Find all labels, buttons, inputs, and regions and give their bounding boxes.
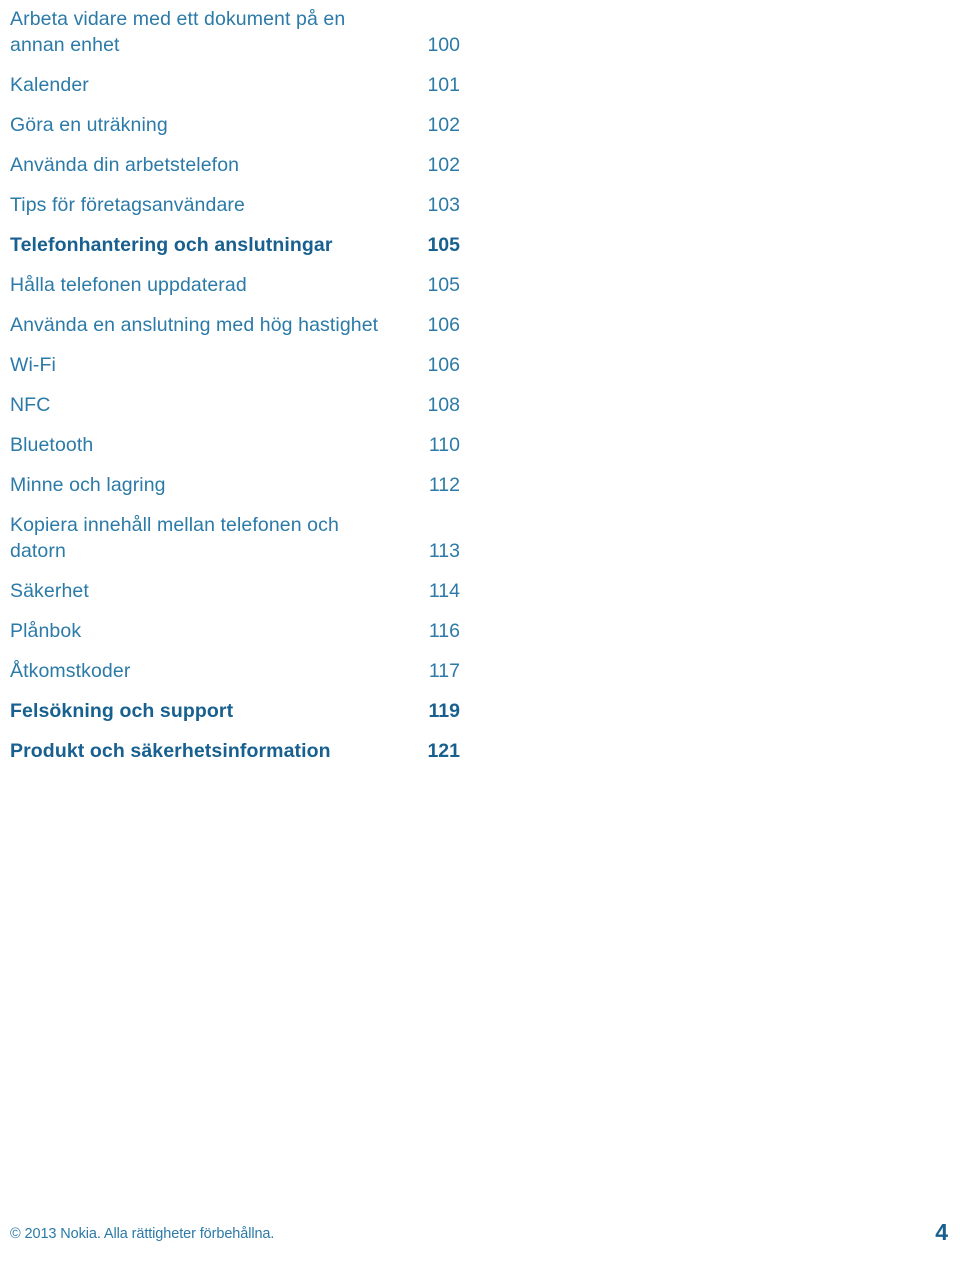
toc-entry-title: Plånbok (10, 620, 82, 642)
toc-entry[interactable]: Arbeta vidare med ett dokument på en ann… (0, 6, 470, 58)
toc-entry-page-number: 105 (427, 274, 460, 296)
toc-entry-page-number: 113 (428, 540, 460, 562)
toc-entry-page-number: 106 (427, 314, 460, 336)
toc-entry-title: Tips för företagsanvändare (10, 194, 245, 216)
toc-entry-page-number: 116 (428, 620, 460, 642)
toc-entry[interactable]: Telefonhantering och anslutningar 105 (0, 232, 470, 258)
toc-entry[interactable]: Hålla telefonen uppdaterad 105 (0, 272, 470, 298)
toc-entry-title: Produkt och säkerhetsinformation (10, 740, 331, 762)
toc-entry-title: Minne och lagring (10, 474, 166, 496)
toc-entry-title: NFC (10, 394, 51, 416)
footer-copyright: © 2013 Nokia. Alla rättigheter förbehåll… (10, 1226, 275, 1242)
toc-entry[interactable]: Använda en anslutning med hög hastighet 1… (0, 312, 470, 338)
table-of-contents: Arbeta vidare med ett dokument på en ann… (0, 0, 470, 778)
toc-entry-title: Arbeta vidare med ett dokument på en ann… (10, 8, 346, 56)
toc-entry-page-number: 119 (428, 700, 460, 722)
toc-entry-page-number: 102 (427, 154, 460, 176)
toc-entry-title: Wi-Fi (10, 354, 56, 376)
toc-entry-title: Kalender (10, 74, 89, 96)
toc-entry[interactable]: Plånbok 116 (0, 618, 470, 644)
toc-entry-title: Göra en uträkning (10, 114, 168, 136)
toc-entry-title: Säkerhet (10, 580, 89, 602)
toc-entry[interactable]: Minne och lagring 112 (0, 472, 470, 498)
toc-entry[interactable]: Produkt och säkerhetsinformation 121 (0, 738, 470, 764)
toc-entry-page-number: 105 (427, 234, 460, 256)
toc-entry-page-number: 100 (427, 34, 460, 56)
toc-entry[interactable]: Kalender 101 (0, 72, 470, 98)
toc-entry-title: Kopiera innehåll mellan telefonen och da… (10, 514, 339, 562)
toc-entry-title: Använda en anslutning med hög hastighet (10, 314, 379, 336)
toc-entry-title: Åtkomstkoder (10, 660, 131, 682)
toc-entry-title: Telefonhantering och anslutningar (10, 234, 333, 256)
toc-entry-title: Bluetooth (10, 434, 94, 456)
footer-page-number: 4 (935, 1219, 948, 1245)
toc-entry[interactable]: Åtkomstkoder 117 (0, 658, 470, 684)
toc-entry-title: Felsökning och support (10, 700, 234, 722)
toc-entry-page-number: 117 (428, 660, 460, 682)
toc-entry[interactable]: Wi-Fi 106 (0, 352, 470, 378)
toc-entry[interactable]: NFC 108 (0, 392, 470, 418)
toc-entry-page-number: 102 (427, 114, 460, 136)
toc-entry[interactable]: Bluetooth 110 (0, 432, 470, 458)
toc-entry-page-number: 103 (427, 194, 460, 216)
toc-entry[interactable]: Kopiera innehåll mellan telefonen och da… (0, 512, 470, 564)
toc-entry[interactable]: Felsökning och support 119 (0, 698, 470, 724)
toc-entry[interactable]: Säkerhet 114 (0, 578, 470, 604)
toc-entry-title: Använda din arbetstelefon (10, 154, 240, 176)
toc-entry-page-number: 112 (428, 474, 460, 496)
toc-entry-page-number: 106 (427, 354, 460, 376)
page-footer: © 2013 Nokia. Alla rättigheter förbehåll… (0, 1204, 960, 1264)
toc-entry-page-number: 114 (428, 580, 460, 602)
toc-entry-title: Hålla telefonen uppdaterad (10, 274, 247, 296)
toc-entry[interactable]: Använda din arbetstelefon 102 (0, 152, 470, 178)
toc-entry-page-number: 108 (427, 394, 460, 416)
toc-entry-page-number: 121 (427, 740, 460, 762)
toc-entry[interactable]: Göra en uträkning 102 (0, 112, 470, 138)
toc-entry-page-number: 101 (427, 74, 460, 96)
toc-entry[interactable]: Tips för företagsanvändare 103 (0, 192, 470, 218)
toc-entry-page-number: 110 (428, 434, 460, 456)
